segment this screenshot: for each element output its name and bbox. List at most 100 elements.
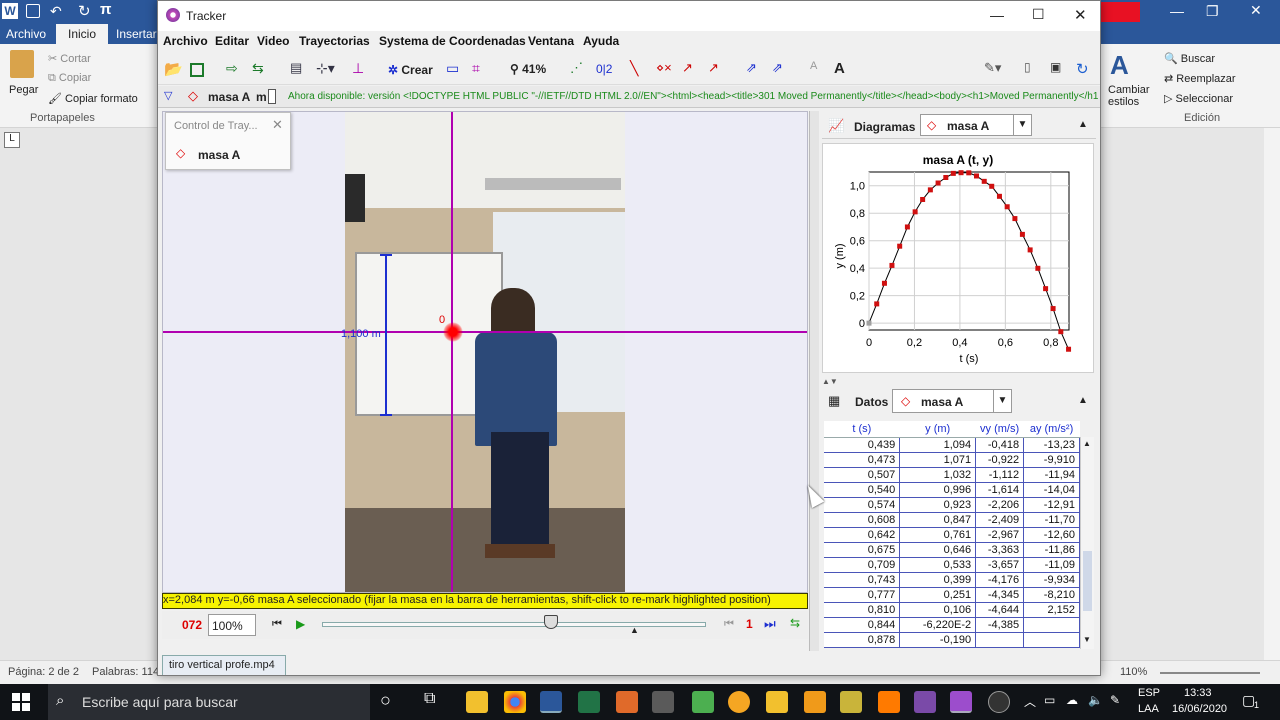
- copy-button[interactable]: ⧉ Copiar: [48, 72, 91, 85]
- x-axis-line[interactable]: [163, 331, 807, 333]
- loop-icon[interactable]: ⇆: [790, 616, 800, 630]
- excel-taskbar-icon[interactable]: [578, 691, 600, 713]
- replace-button[interactable]: ⇄ Reemplazar: [1164, 72, 1236, 85]
- zoom-slider[interactable]: [1160, 672, 1260, 674]
- data-point[interactable]: [1019, 231, 1025, 237]
- data-collapse-icon[interactable]: ▲: [1078, 395, 1088, 406]
- vector-sum-icon[interactable]: ⇗: [746, 60, 766, 80]
- cell-t[interactable]: 0,540: [824, 482, 901, 498]
- table-row[interactable]: 0,473 1,071 -0,922 -9,910: [824, 452, 1080, 468]
- scroll-thumb[interactable]: [1083, 551, 1092, 611]
- notes-icon[interactable]: ▯: [1024, 60, 1044, 80]
- cell-ay[interactable]: 2,152: [1023, 602, 1080, 618]
- cell-vy[interactable]: -4,345: [975, 587, 1025, 603]
- network-icon[interactable]: ▭: [1044, 693, 1055, 707]
- cell-y[interactable]: -0,190: [899, 632, 977, 648]
- data-point[interactable]: [881, 280, 887, 286]
- cell-t[interactable]: 0,777: [824, 587, 901, 603]
- menu-ayuda[interactable]: Ayuda: [583, 34, 619, 48]
- frame-number[interactable]: 072: [182, 618, 202, 632]
- cloud-icon[interactable]: ☁: [1066, 693, 1078, 707]
- cell-t[interactable]: 0,743: [824, 572, 901, 588]
- data-point[interactable]: [927, 187, 933, 193]
- layout-icon[interactable]: ▣: [1050, 60, 1070, 80]
- cell-vy[interactable]: -0,922: [975, 452, 1025, 468]
- track-name[interactable]: masa A: [208, 90, 250, 104]
- cell-ay[interactable]: -9,934: [1023, 572, 1080, 588]
- cell-y[interactable]: 0,847: [899, 512, 977, 528]
- language-bottom[interactable]: LAA: [1138, 703, 1159, 715]
- table-row[interactable]: 0,810 0,106 -4,644 2,152: [824, 602, 1080, 618]
- data-point[interactable]: [897, 243, 903, 249]
- cut-button[interactable]: ✂ Cortar: [48, 52, 91, 65]
- table-row[interactable]: 0,507 1,032 -1,112 -11,94: [824, 467, 1080, 483]
- coords-icon[interactable]: 0|2: [596, 62, 612, 76]
- cell-y[interactable]: 0,399: [899, 572, 977, 588]
- open-video-icon[interactable]: ⇨: [226, 60, 246, 80]
- ruler-icon[interactable]: ▭: [446, 60, 466, 80]
- cell-y[interactable]: 0,923: [899, 497, 977, 513]
- cell-vy[interactable]: -4,176: [975, 572, 1025, 588]
- header-y[interactable]: y (m): [899, 421, 976, 438]
- calibration-end-top[interactable]: [380, 254, 392, 256]
- styles-icon[interactable]: A: [1110, 50, 1138, 80]
- cell-y[interactable]: 1,071: [899, 452, 977, 468]
- create-track-button[interactable]: ✲ Crear: [388, 63, 433, 77]
- change-styles-button[interactable]: Cambiar estilos: [1108, 84, 1152, 108]
- y-axis-line[interactable]: [451, 112, 453, 592]
- cell-t[interactable]: 0,709: [824, 557, 901, 573]
- terminal-taskbar-icon[interactable]: [652, 691, 674, 713]
- tracker-maximize-icon[interactable]: ☐: [1032, 6, 1045, 23]
- menu-ventana[interactable]: Ventana: [528, 34, 574, 48]
- clock-time[interactable]: 13:33: [1184, 687, 1212, 699]
- table-row[interactable]: 0,540 0,996 -1,614 -14,04: [824, 482, 1080, 498]
- import-icon[interactable]: ⇆: [252, 60, 272, 80]
- video-editor-icon[interactable]: [804, 691, 826, 713]
- header-ay[interactable]: ay (m/s²): [1023, 421, 1080, 438]
- data-point[interactable]: [950, 170, 956, 176]
- data-point[interactable]: [1066, 346, 1072, 352]
- data-point[interactable]: [866, 320, 872, 326]
- save-icon[interactable]: [26, 4, 40, 18]
- point-marker-icon[interactable]: ⋄×: [656, 60, 676, 80]
- mass-marker[interactable]: [443, 322, 463, 342]
- cell-y[interactable]: 0,533: [899, 557, 977, 573]
- table-row[interactable]: 0,608 0,847 -2,409 -11,70: [824, 512, 1080, 528]
- cell-vy[interactable]: -3,363: [975, 542, 1025, 558]
- data-table[interactable]: t (s) y (m) vy (m/s) ay (m/s²) 0,439 1,09…: [824, 421, 1080, 648]
- cell-y[interactable]: 0,761: [899, 527, 977, 543]
- clip-settings-icon[interactable]: ▤: [290, 60, 310, 80]
- task-view-icon[interactable]: ⧉: [424, 690, 435, 708]
- table-row[interactable]: 0,777 0,251 -4,345 -8,210: [824, 587, 1080, 603]
- ruler-toggle[interactable]: L: [4, 132, 20, 148]
- plot-track-dropdown[interactable]: ◇ masa A ▼: [920, 114, 1032, 136]
- close-icon[interactable]: ✕: [1250, 2, 1262, 19]
- scroll-up-icon[interactable]: ▲: [1083, 439, 1091, 448]
- cell-y[interactable]: 0,646: [899, 542, 977, 558]
- data-point[interactable]: [912, 209, 918, 215]
- table-row[interactable]: 0,439 1,094 -0,418 -13,23: [824, 437, 1080, 453]
- data-point[interactable]: [935, 180, 941, 186]
- play-icon[interactable]: ▶: [296, 617, 305, 631]
- windows-start-icon[interactable]: [12, 693, 30, 711]
- table-row[interactable]: 0,844 -6,220E-2 -4,385: [824, 617, 1080, 633]
- data-point[interactable]: [1035, 265, 1041, 271]
- select-button[interactable]: ▷ Seleccionar: [1164, 92, 1233, 105]
- app-taskbar-icon[interactable]: [616, 691, 638, 713]
- cell-ay[interactable]: -11,94: [1023, 467, 1080, 483]
- cell-y[interactable]: 0,251: [899, 587, 977, 603]
- table-row[interactable]: 0,709 0,533 -3,657 -11,09: [824, 557, 1080, 573]
- data-point[interactable]: [1012, 216, 1018, 222]
- data-point[interactable]: [966, 170, 972, 176]
- tab-insertar[interactable]: Insertar: [116, 24, 157, 44]
- file-explorer-icon[interactable]: [466, 691, 488, 713]
- volume-icon[interactable]: 🔈: [1088, 693, 1103, 707]
- cell-vy[interactable]: [975, 632, 1025, 648]
- cell-vy[interactable]: -1,112: [975, 467, 1025, 483]
- cell-vy[interactable]: -2,206: [975, 497, 1025, 513]
- paste-button[interactable]: Pegar: [9, 84, 38, 96]
- plot-collapse-icon[interactable]: ▲: [1078, 119, 1088, 130]
- table-row[interactable]: 0,743 0,399 -4,176 -9,934: [824, 572, 1080, 588]
- step-back-icon[interactable]: ⏮: [724, 618, 734, 631]
- minimize-icon[interactable]: —: [1170, 3, 1184, 19]
